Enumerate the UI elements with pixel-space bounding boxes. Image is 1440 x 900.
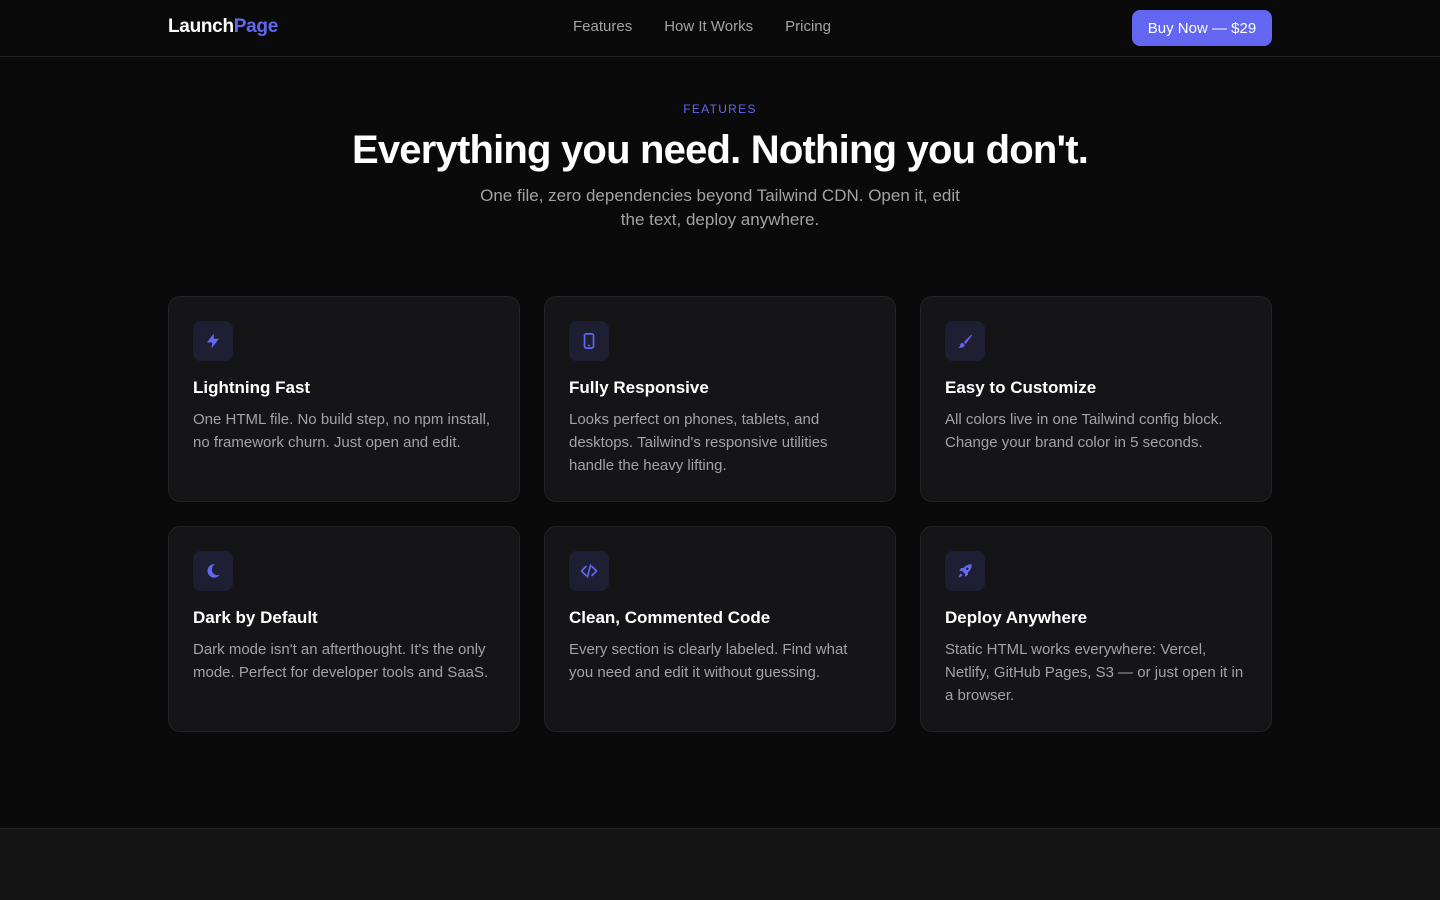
section-eyebrow: FEATURES (683, 102, 757, 116)
lightning-icon (193, 321, 233, 361)
moon-icon (193, 551, 233, 591)
logo-accent: Page (233, 16, 279, 37)
feature-description: One HTML file. No build step, no npm ins… (193, 411, 491, 451)
feature-card: Easy to Customize All colors live in one… (920, 296, 1272, 502)
feature-card: Lightning Fast One HTML file. No build s… (168, 296, 520, 502)
feature-title: Clean, Commented Code (569, 608, 771, 627)
feature-description: Looks perfect on phones, tablets, and de… (569, 411, 828, 474)
feature-title: Dark by Default (193, 608, 318, 627)
feature-card: Fully Responsive Looks perfect on phones… (544, 296, 896, 502)
feature-description: Dark mode isn't an afterthought. It's th… (193, 641, 489, 681)
buy-now-button[interactable]: Buy Now — $29 (1132, 10, 1272, 46)
nav-link-how-it-works[interactable]: How It Works (664, 18, 753, 35)
top-nav: LaunchPage Features How It Works Pricing… (0, 0, 1440, 57)
feature-description: Static HTML works everywhere: Vercel, Ne… (945, 641, 1244, 704)
rocket-icon (945, 551, 985, 591)
feature-card: Clean, Commented Code Every section is c… (544, 526, 896, 732)
feature-title: Easy to Customize (945, 378, 1097, 397)
feature-title: Deploy Anywhere (945, 608, 1088, 627)
features-grid: Lightning Fast One HTML file. No build s… (168, 296, 1272, 732)
code-icon (569, 551, 609, 591)
feature-title: Fully Responsive (569, 378, 709, 397)
logo[interactable]: LaunchPage (168, 16, 278, 38)
feature-description: Every section is clearly labeled. Find w… (569, 641, 848, 681)
nav-link-features[interactable]: Features (573, 18, 632, 35)
next-section-band (0, 828, 1440, 900)
phone-icon (569, 321, 609, 361)
feature-description: All colors live in one Tailwind config b… (945, 411, 1223, 451)
logo-main: Launch (168, 16, 234, 37)
feature-card: Deploy Anywhere Static HTML works everyw… (920, 526, 1272, 732)
feature-card: Dark by Default Dark mode isn't an after… (168, 526, 520, 732)
section-headline: Everything you need. Nothing you don't. (351, 128, 1089, 172)
section-subhead: One file, zero dependencies beyond Tailw… (480, 186, 960, 229)
nav-links: Features How It Works Pricing (573, 18, 831, 35)
feature-title: Lightning Fast (193, 378, 311, 397)
nav-link-pricing[interactable]: Pricing (785, 18, 831, 35)
brush-icon (945, 321, 985, 361)
